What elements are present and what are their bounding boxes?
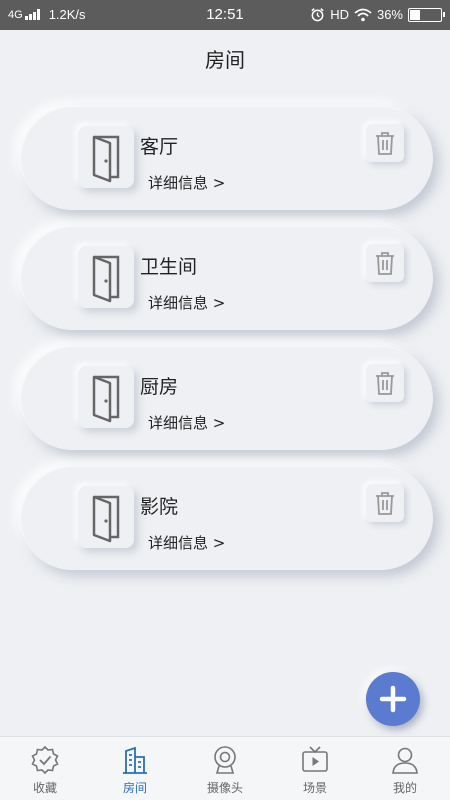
door-icon [78, 486, 134, 548]
door-icon [78, 366, 134, 428]
wifi-icon [354, 8, 372, 21]
nav-label: 我的 [392, 781, 417, 795]
user-icon [390, 745, 420, 775]
nav-item-rooms[interactable]: 房间 [90, 737, 180, 800]
nav-label: 场景 [302, 781, 327, 795]
trash-icon[interactable] [366, 124, 404, 162]
room-card[interactable]: 客厅 详细信息 > [20, 106, 433, 210]
door-icon [78, 246, 134, 308]
nav-label: 房间 [122, 781, 147, 795]
trash-icon[interactable] [366, 244, 404, 282]
status-bar: 4G 1.2K/s 12:51 HD 36% [0, 0, 450, 30]
room-card[interactable]: 卫生间 详细信息 > [20, 226, 433, 330]
nav-label: 摄像头 [206, 781, 243, 795]
bottom-nav: 收藏 房间 摄像头 场景 我的 [0, 736, 450, 800]
room-card[interactable]: 影院 详细信息 > [20, 466, 433, 570]
room-detail-link[interactable]: 详细信息 > [148, 412, 225, 433]
status-right: HD 36% [310, 7, 445, 22]
nav-label: 收藏 [32, 781, 57, 795]
room-name: 客厅 [140, 136, 179, 158]
room-detail-link[interactable]: 详细信息 > [148, 292, 225, 313]
nav-item-cameras[interactable]: 摄像头 [180, 737, 270, 800]
battery-icon [408, 7, 445, 22]
room-detail-link[interactable]: 详细信息 > [148, 532, 225, 553]
tv-scene-icon [300, 745, 330, 775]
nav-item-profile[interactable]: 我的 [360, 737, 450, 800]
building-icon [120, 745, 150, 775]
camera-icon [210, 745, 240, 775]
room-name: 厨房 [140, 376, 179, 398]
room-name: 影院 [140, 496, 179, 518]
favorite-icon [30, 745, 60, 775]
trash-icon[interactable] [366, 484, 404, 522]
room-card[interactable]: 厨房 详细信息 > [20, 346, 433, 450]
alarm-icon [311, 8, 324, 22]
plus-icon [379, 685, 407, 713]
add-room-button[interactable] [366, 672, 420, 726]
page-title: 房间 [205, 48, 245, 72]
nav-item-favorites[interactable]: 收藏 [0, 737, 90, 800]
room-name: 卫生间 [140, 256, 198, 278]
hd-indicator: HD [330, 7, 349, 22]
trash-icon[interactable] [366, 364, 404, 402]
nav-item-scenes[interactable]: 场景 [270, 737, 360, 800]
battery-percent: 36% [376, 7, 403, 22]
door-icon [78, 126, 134, 188]
room-detail-link[interactable]: 详细信息 > [148, 172, 225, 193]
